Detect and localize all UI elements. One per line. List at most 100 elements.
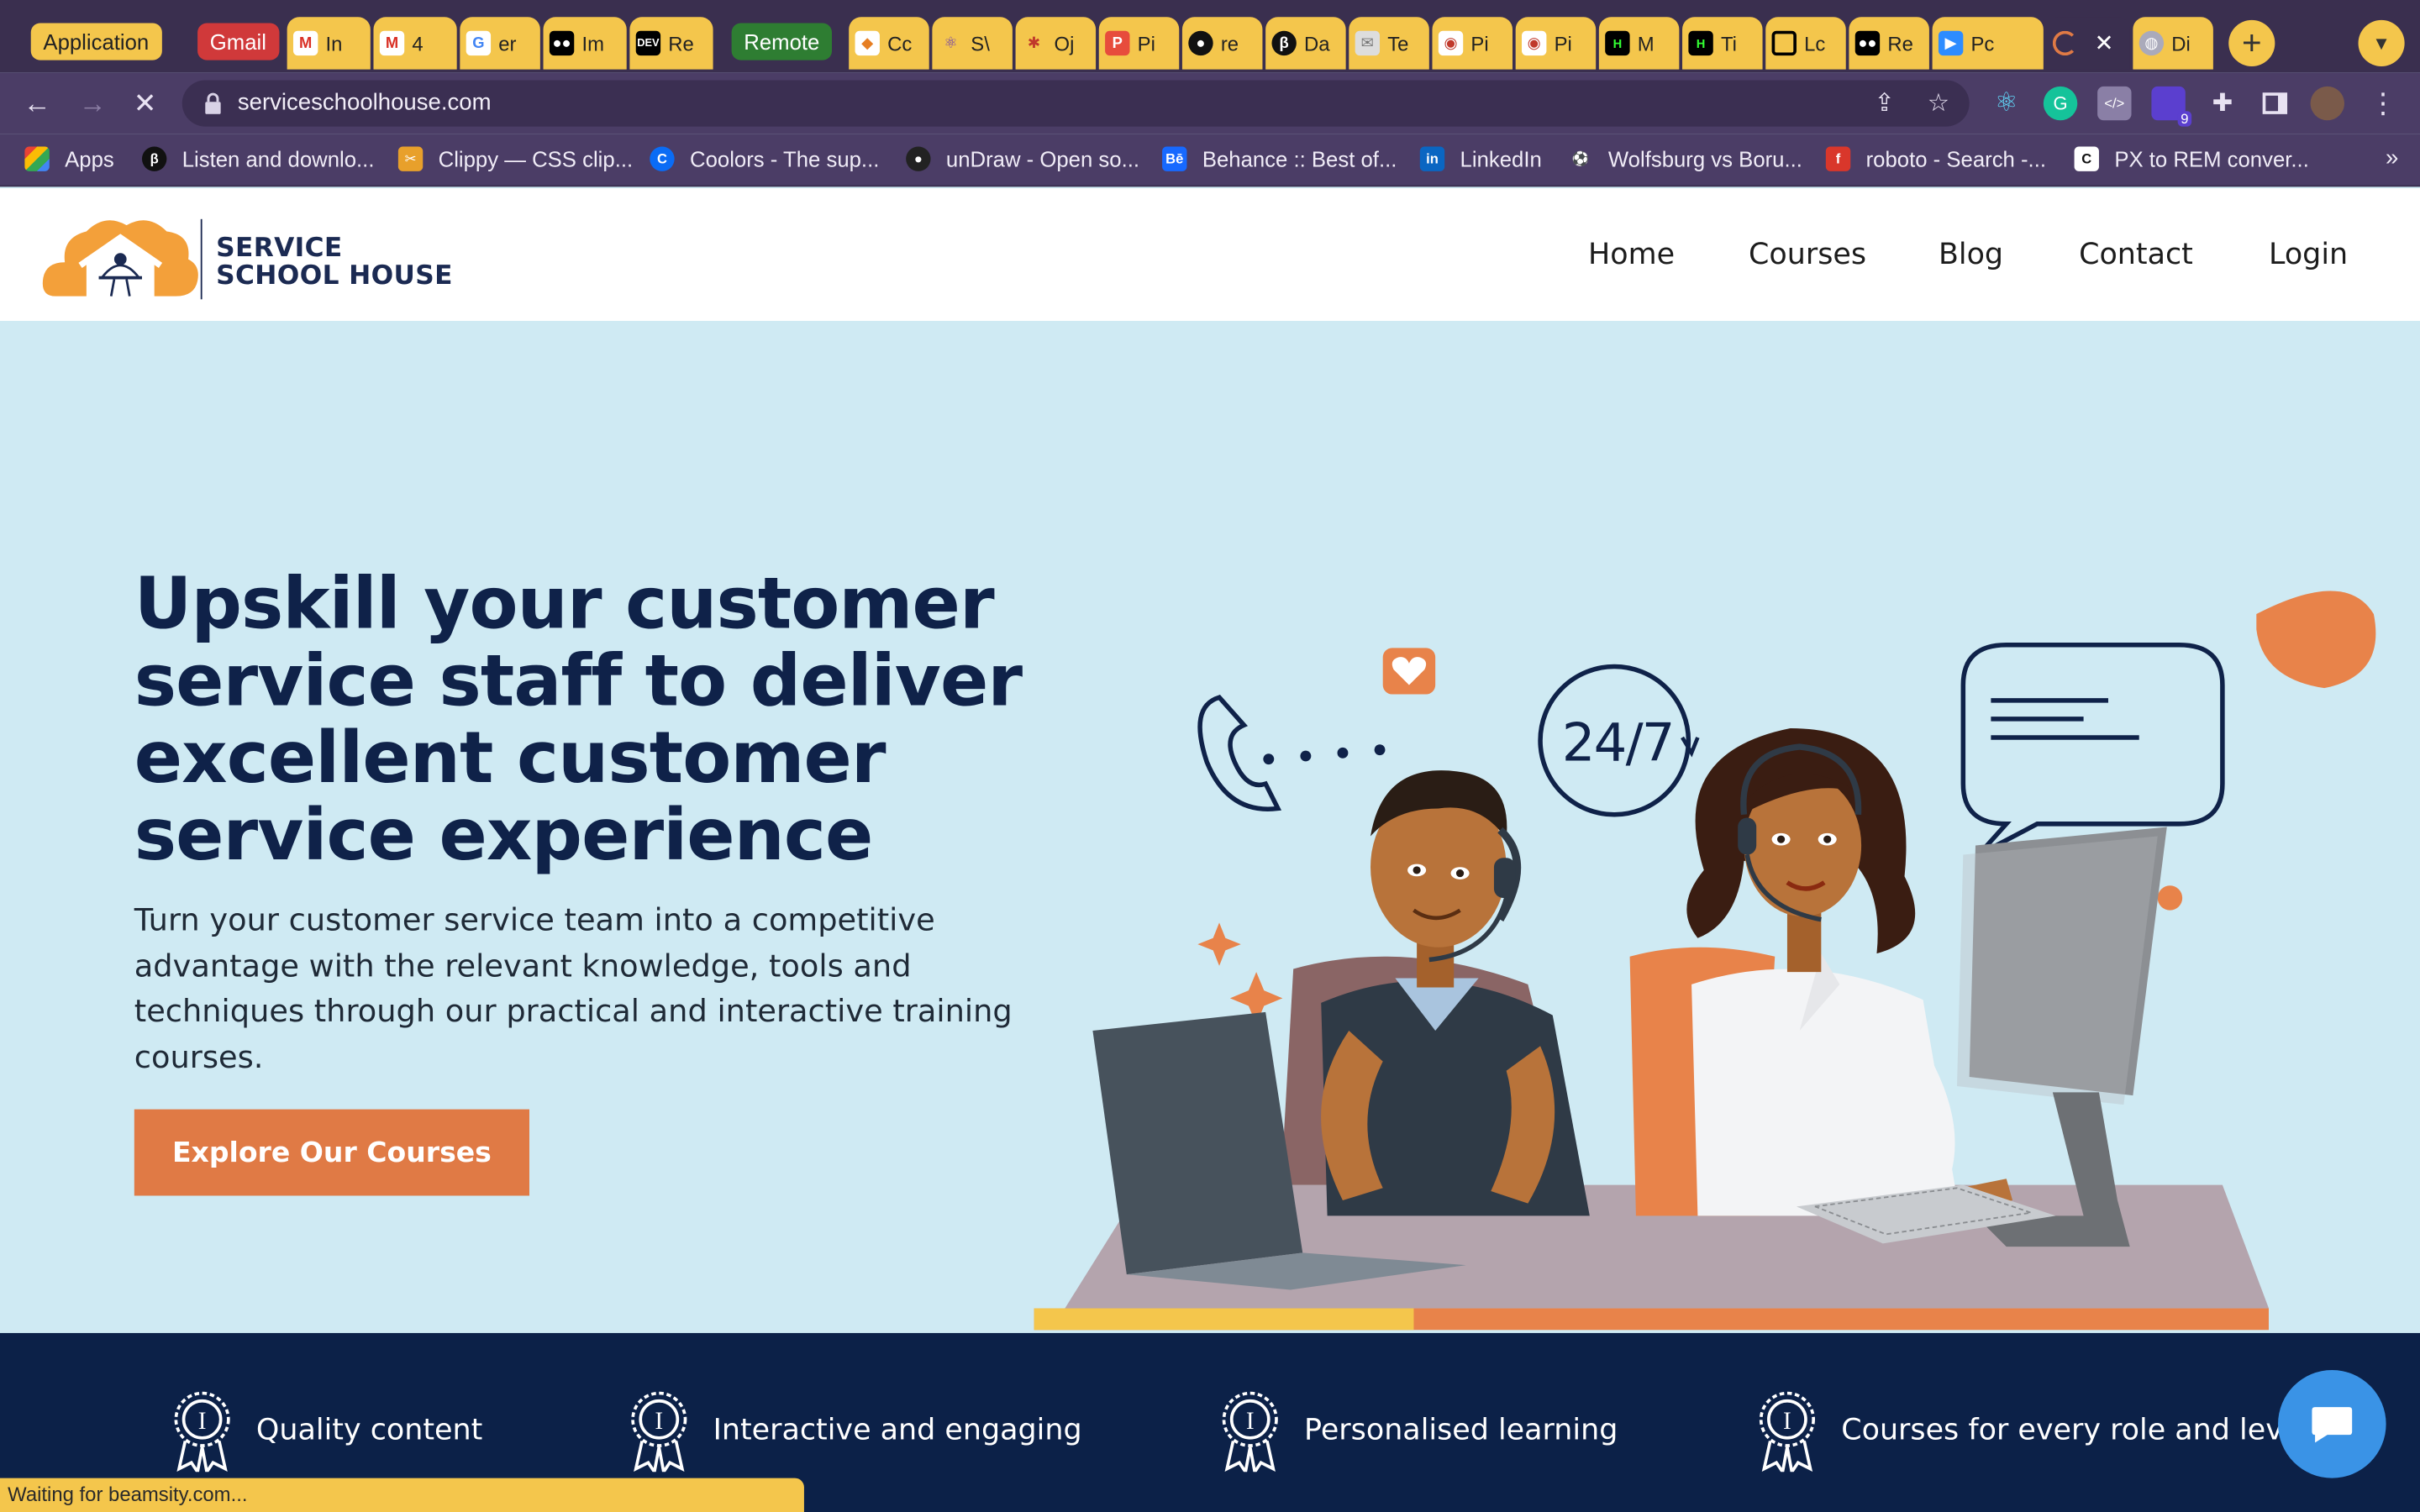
nav-login[interactable]: Login <box>2269 238 2348 271</box>
nav-courses[interactable]: Courses <box>1749 238 1866 271</box>
browser-tab[interactable]: ● re <box>1181 17 1263 70</box>
tab-search-button[interactable]: ▼ <box>2358 19 2405 66</box>
globe-icon: ◍ <box>2139 30 2165 56</box>
svg-text:I: I <box>198 1408 207 1435</box>
side-panel-icon[interactable] <box>2258 87 2291 120</box>
more-bookmarks-icon[interactable]: » <box>2386 145 2398 171</box>
bookmark-item[interactable]: ⚽ Wolfsburg vs Boru... <box>1568 146 1802 171</box>
browser-tab[interactable]: β Da <box>1265 17 1346 70</box>
mail-icon: ✉ <box>1355 30 1381 56</box>
browser-tab[interactable]: H Ti <box>1682 17 1763 70</box>
extension-badge-icon[interactable]: 9 <box>2151 86 2192 127</box>
hackernoon-icon: H <box>1688 30 1713 56</box>
browser-tab[interactable]: ▶ Pc <box>1932 17 2044 70</box>
bookmark-star-icon[interactable]: ☆ <box>1923 88 1954 119</box>
award-ribbon-icon: I <box>1759 1391 1816 1473</box>
bookmark-item[interactable]: ● unDraw - Open so... <box>906 146 1139 171</box>
forward-arrow-icon[interactable]: → <box>74 85 111 122</box>
feature-label: Courses for every role and level <box>1841 1413 2310 1447</box>
browser-tab[interactable]: ✉ Te <box>1349 17 1429 70</box>
github-icon: ● <box>1188 30 1213 56</box>
tab-title: 4 <box>412 31 424 55</box>
bookmark-item[interactable]: Bē Behance :: Best of... <box>1162 146 1397 171</box>
chat-icon <box>2312 1407 2353 1443</box>
medium-icon: ●● <box>549 30 575 56</box>
browser-tab[interactable]: G er <box>460 17 540 70</box>
bookmark-label: Clippy — CSS clip... <box>438 146 634 171</box>
back-arrow-icon[interactable]: ← <box>18 85 55 122</box>
clippy-icon: ✂ <box>397 146 424 171</box>
logo-divider <box>200 218 203 300</box>
nav-home[interactable]: Home <box>1588 238 1675 271</box>
kebab-menu-icon[interactable]: ⋮ <box>2366 87 2400 120</box>
svg-text:I: I <box>1783 1408 1791 1435</box>
bookmark-item[interactable]: ✂ Clippy — CSS clip... <box>397 146 634 171</box>
browser-tab[interactable]: M In <box>287 17 371 70</box>
tab-group-application[interactable]: Application <box>30 23 161 60</box>
browser-tab[interactable]: ◍ Di <box>2133 17 2213 70</box>
apps-grid-icon <box>24 146 50 171</box>
browser-tab-active[interactable]: ✕ <box>2046 17 2130 70</box>
tab-group-remote[interactable]: Remote <box>731 23 833 60</box>
browser-tab[interactable]: ●● Im <box>543 17 627 70</box>
linkedin-icon: in <box>1419 146 1445 171</box>
beamsity-icon: β <box>141 146 167 171</box>
browser-tab[interactable]: Lc <box>1765 17 1846 70</box>
browser-tab[interactable]: ●● Re <box>1849 17 1929 70</box>
hero-title: Upskill your customer service staff to d… <box>134 561 1023 877</box>
tab-title: S\ <box>971 31 990 55</box>
brand-wordmark[interactable]: SERVICE SCHOOL HOUSE <box>216 234 453 290</box>
atom-icon: ⚛ <box>944 34 958 52</box>
nav-contact[interactable]: Contact <box>2079 238 2193 271</box>
tab-title: Ti <box>1720 31 1737 55</box>
soccer-icon: ⚽ <box>1571 150 1590 166</box>
close-tab-icon[interactable]: ✕ <box>2094 29 2113 57</box>
nav-blog[interactable]: Blog <box>1939 238 2003 271</box>
tab-title: Oj <box>1054 31 1075 55</box>
live-chat-button[interactable] <box>2278 1370 2386 1478</box>
zoom-icon: ▶ <box>1938 30 1964 56</box>
browser-tab[interactable]: ⚛ S\ <box>932 17 1013 70</box>
converter-icon: C <box>2074 146 2099 171</box>
tab-group-gmail[interactable]: Gmail <box>197 23 279 60</box>
bookmark-item[interactable]: C PX to REM conver... <box>2074 146 2309 171</box>
tab-title: Im <box>581 31 604 55</box>
new-tab-button[interactable]: + <box>2228 19 2275 66</box>
bookmark-item[interactable]: C Coolors - The sup... <box>650 146 879 171</box>
code-extension-icon[interactable]: </> <box>2097 86 2132 121</box>
react-devtools-icon[interactable]: ⚛ <box>1990 87 2023 120</box>
share-icon[interactable]: ⇪ <box>1869 88 1900 119</box>
hackernoon-icon: H <box>1605 30 1630 56</box>
extension-badge-count: 9 <box>2177 111 2192 127</box>
browser-tab[interactable]: ✱ Oj <box>1015 17 1097 70</box>
browser-tab[interactable]: ◆ Cc <box>849 17 929 70</box>
browser-tab[interactable]: P Pi <box>1098 17 1180 70</box>
tab-title: Te <box>1387 31 1409 55</box>
browser-tab[interactable]: ◉ Pi <box>1432 17 1513 70</box>
feature-label: Quality content <box>255 1413 483 1447</box>
bookmark-label: PX to REM conver... <box>2114 146 2309 171</box>
bookmark-label: LinkedIn <box>1460 146 1542 171</box>
browser-tab[interactable]: M 4 <box>373 17 457 70</box>
browser-tab[interactable]: DEV Re <box>629 17 713 70</box>
bookmark-label: Wolfsburg vs Boru... <box>1607 146 1802 171</box>
award-ribbon-icon: I <box>174 1391 230 1473</box>
bookmark-label: unDraw - Open so... <box>945 146 1140 171</box>
address-bar[interactable]: serviceschoolhouse.com ⇪ ☆ <box>182 80 1970 127</box>
browser-tab[interactable]: ◉ Pi <box>1515 17 1597 70</box>
bookmark-label: Coolors - The sup... <box>690 146 880 171</box>
profile-avatar[interactable] <box>2310 86 2345 121</box>
browser-tab[interactable]: H M <box>1598 17 1680 70</box>
puzzle-extensions-icon[interactable]: ✚ <box>2206 87 2239 120</box>
grammarly-icon[interactable]: G <box>2043 86 2078 121</box>
feature-item: I Courses for every role and level <box>1754 1389 2310 1473</box>
codepen-icon: ◆ <box>855 30 880 56</box>
stop-loading-icon[interactable]: ✕ <box>127 85 164 122</box>
bookmark-item[interactable]: f roboto - Search -... <box>1825 146 2046 171</box>
brand-line-1: SERVICE <box>216 233 343 265</box>
bookmark-label: roboto - Search -... <box>1865 146 2046 171</box>
bookmark-item[interactable]: in LinkedIn <box>1419 146 1542 171</box>
explore-courses-button[interactable]: Explore Our Courses <box>134 1109 530 1196</box>
bookmark-item[interactable]: β Listen and downlo... <box>141 146 374 171</box>
bookmark-item[interactable]: Apps <box>24 146 114 171</box>
